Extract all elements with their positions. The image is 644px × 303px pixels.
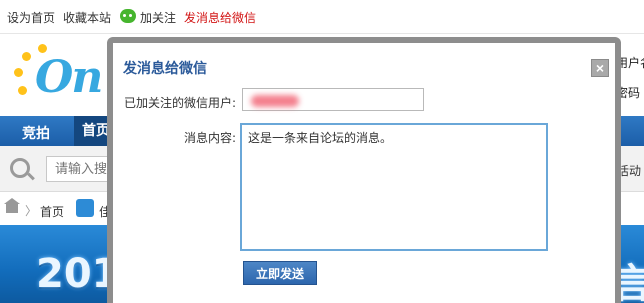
bookmark-link[interactable]: 收藏本站 bbox=[63, 9, 111, 26]
wechat-icon bbox=[120, 9, 136, 23]
message-label: 消息内容: bbox=[183, 131, 236, 145]
dialog-title: 发消息给微信 bbox=[123, 61, 207, 77]
home-icon[interactable] bbox=[4, 198, 20, 213]
forum-icon bbox=[76, 199, 94, 217]
send-now-button[interactable]: 立即发送 bbox=[243, 261, 317, 285]
top-bar: 设为首页 收藏本站 加关注 发消息给微信 bbox=[0, 0, 644, 34]
logo-sun-ray bbox=[22, 52, 31, 61]
send-wechat-dialog: 发消息给微信 × 已加关注的微信用户: 消息内容: 这是一条来自论坛的消息。 立… bbox=[113, 43, 615, 303]
close-button[interactable]: × bbox=[591, 59, 609, 77]
nav-item-auction[interactable]: 竞拍 bbox=[22, 123, 50, 143]
send-wechat-link[interactable]: 发消息给微信 bbox=[184, 9, 256, 26]
redacted-username bbox=[251, 95, 299, 107]
logo-text: On bbox=[35, 52, 103, 103]
message-textarea[interactable]: 这是一条来自论坛的消息。 bbox=[240, 123, 548, 251]
chevron-right-icon: 〉 bbox=[25, 204, 38, 218]
logo-sun-ray bbox=[14, 68, 23, 77]
set-homepage-link[interactable]: 设为首页 bbox=[7, 9, 55, 26]
followed-user-label: 已加关注的微信用户: bbox=[123, 96, 236, 110]
search-icon bbox=[10, 158, 30, 178]
dialog-frame: 发消息给微信 × 已加关注的微信用户: 消息内容: 这是一条来自论坛的消息。 立… bbox=[107, 37, 621, 303]
breadcrumb-home[interactable]: 首页 bbox=[40, 203, 64, 220]
follow-link[interactable]: 加关注 bbox=[140, 9, 176, 26]
logo-sun-ray bbox=[18, 86, 27, 95]
